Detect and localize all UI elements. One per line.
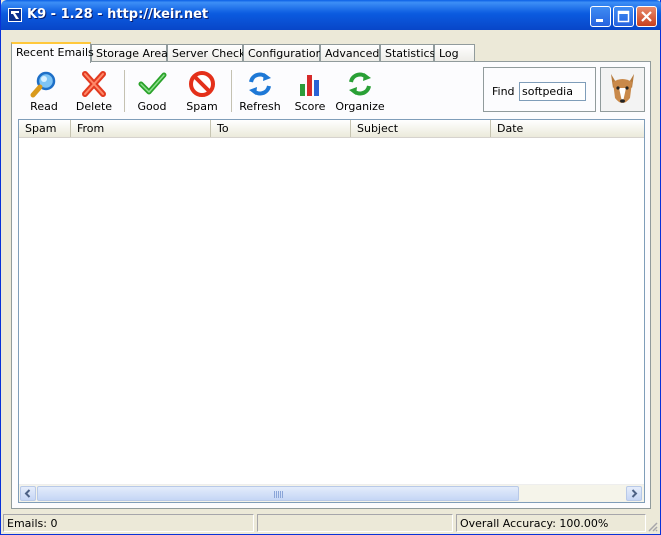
magnifier-icon <box>30 71 56 98</box>
find-input[interactable] <box>519 82 586 101</box>
delete-button[interactable]: Delete <box>68 66 120 114</box>
tab-advanced[interactable]: Advanced <box>320 44 380 62</box>
status-accuracy: Overall Accuracy: 100.00% <box>456 514 646 532</box>
chevron-right-icon <box>631 489 638 498</box>
status-email-count: Emails: 0 <box>3 514 254 532</box>
close-button[interactable] <box>636 6 657 27</box>
column-header-date[interactable]: Date <box>491 120 644 137</box>
read-button[interactable]: Read <box>18 66 70 114</box>
green-cycle-icon <box>349 72 371 96</box>
bar-chart-icon <box>300 75 319 96</box>
spam-button[interactable]: Spam <box>176 66 228 114</box>
minimize-button[interactable] <box>590 6 611 27</box>
refresh-arrows-icon <box>249 72 271 96</box>
find-group: Find <box>483 67 596 112</box>
chevron-left-icon <box>24 489 31 498</box>
tab-log[interactable]: Log <box>434 44 475 62</box>
k9-dog-logo <box>600 67 645 112</box>
refresh-label: Refresh <box>239 100 281 113</box>
scroll-thumb[interactable] <box>37 486 519 501</box>
recent-emails-panel: Read Delete Good Spam Refresh Score Orga… <box>11 61 651 509</box>
green-check-icon <box>138 72 167 95</box>
list-header: Spam From To Subject Date <box>19 120 644 138</box>
organize-button[interactable]: Organize <box>334 66 386 114</box>
status-bar: Emails: 0 Overall Accuracy: 100.00% <box>1 512 660 534</box>
organize-label: Organize <box>335 100 385 113</box>
k9-app-icon[interactable] <box>8 8 22 22</box>
column-header-from[interactable]: From <box>71 120 211 137</box>
window-title: K9 - 1.28 - http://keir.net <box>27 7 209 22</box>
scroll-grip <box>274 491 283 498</box>
find-label: Find <box>492 85 515 98</box>
delete-label: Delete <box>75 100 113 113</box>
read-label: Read <box>30 100 58 113</box>
tab-statistics[interactable]: Statistics <box>380 44 435 62</box>
tab-storage-area[interactable]: Storage Area <box>91 44 168 62</box>
tab-server-check[interactable]: Server Check <box>167 44 245 62</box>
no-entry-icon <box>189 71 215 97</box>
status-middle <box>257 514 453 532</box>
tab-recent-emails[interactable]: Recent Emails <box>11 42 94 63</box>
dog-face-icon <box>611 74 634 104</box>
red-x-icon <box>82 71 106 97</box>
spam-label: Spam <box>186 100 218 113</box>
refresh-button[interactable]: Refresh <box>234 66 286 114</box>
toolbar: Read Delete Good Spam Refresh Score Orga… <box>12 62 482 116</box>
scroll-right-button[interactable] <box>626 486 642 501</box>
horizontal-scrollbar[interactable] <box>19 484 644 502</box>
column-header-to[interactable]: To <box>211 120 351 137</box>
column-header-subject[interactable]: Subject <box>351 120 491 137</box>
column-header-spam[interactable]: Spam <box>19 120 71 137</box>
tab-configuration[interactable]: Configuration <box>243 44 323 62</box>
app-window: K9 - 1.28 - http://keir.net Recent Email… <box>0 0 661 535</box>
good-button[interactable]: Good <box>126 66 178 114</box>
score-button[interactable]: Score <box>284 66 336 114</box>
scroll-left-button[interactable] <box>20 486 36 501</box>
maximize-button[interactable] <box>613 6 634 27</box>
score-label: Score <box>294 100 326 113</box>
resize-grip-icon[interactable] <box>646 520 658 532</box>
email-list[interactable]: Spam From To Subject Date <box>18 119 645 503</box>
good-label: Good <box>137 100 167 113</box>
title-bar[interactable]: K9 - 1.28 - http://keir.net <box>1 0 661 30</box>
